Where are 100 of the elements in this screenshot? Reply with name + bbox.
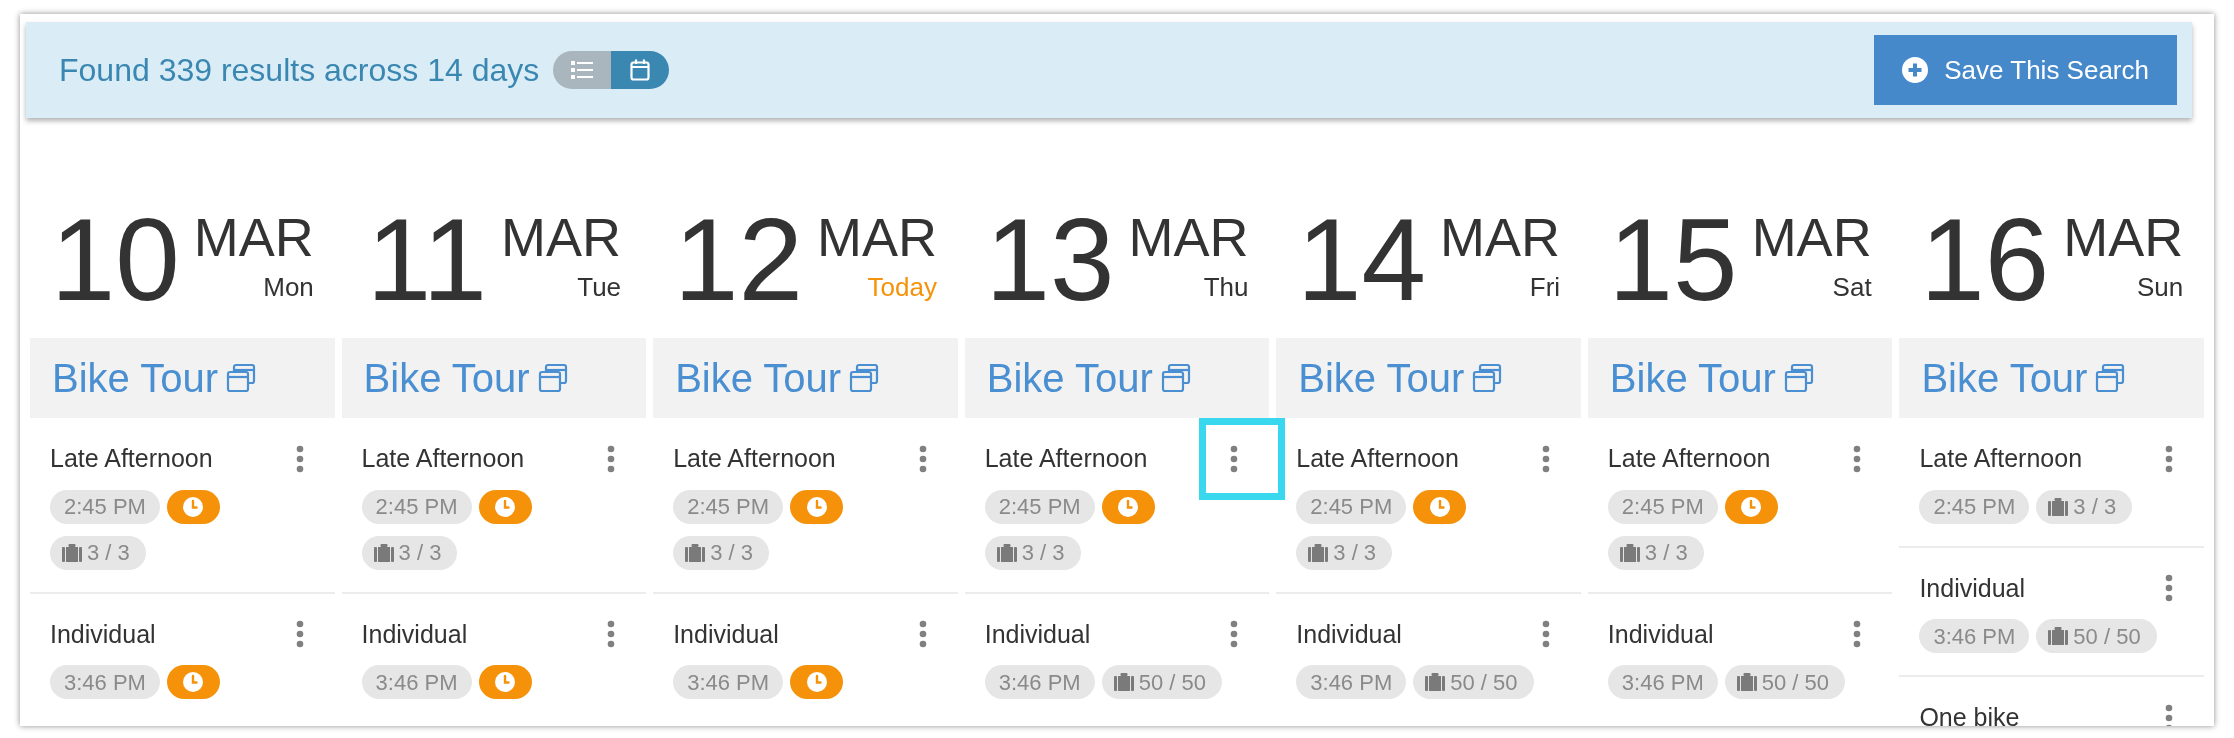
slot-name: Late Afternoon — [984, 443, 1148, 474]
slot-name: Individual — [361, 618, 468, 650]
more-icon — [2165, 574, 2173, 603]
results-summary: Found 339 results across 14 days — [59, 51, 540, 90]
month-label: MAR — [2063, 210, 2184, 264]
capacity-pill: 50 / 50 — [1101, 665, 1222, 699]
time-pill: 2:45 PM — [1607, 489, 1718, 524]
more-icon — [1541, 444, 1550, 473]
day-number: 11 — [366, 202, 488, 318]
time-pill: 3:46 PM — [984, 665, 1095, 699]
list-icon — [571, 60, 594, 80]
day-number: 10 — [50, 202, 180, 318]
time-pill: 2:45 PM — [673, 489, 784, 524]
day-number: 15 — [1608, 202, 1738, 318]
capacity-pill: 50 / 50 — [1413, 665, 1534, 699]
view-toggle-button[interactable] — [611, 51, 670, 89]
month-label: MAR — [1751, 210, 1872, 264]
calendar-icon — [630, 59, 651, 81]
time-pill: 3:46 PM — [673, 665, 784, 699]
time-pill: 2:45 PM — [50, 489, 160, 524]
time-pill: 3:46 PM — [1919, 619, 2030, 653]
more-icon — [1541, 620, 1550, 649]
tour-title[interactable]: Bike Tour — [1298, 348, 1465, 408]
weekday-label: Tue — [577, 274, 622, 300]
clock-icon — [1117, 495, 1140, 518]
copy-icon — [2095, 363, 2126, 393]
more-icon — [1230, 444, 1239, 473]
copy-icon — [1160, 363, 1191, 393]
time-pill: 2:45 PM — [361, 489, 472, 524]
slot-name: Individual — [673, 618, 779, 650]
slot-name: Late Afternoon — [673, 443, 836, 474]
copy-icon — [226, 363, 256, 393]
luggage-icon — [1113, 673, 1134, 691]
month-label: MAR — [501, 210, 622, 264]
luggage-icon — [685, 543, 706, 562]
day-number: 14 — [1297, 202, 1427, 318]
weekday-label: Today — [867, 274, 937, 300]
time-pill: 3:46 PM — [50, 665, 160, 699]
clock-icon — [182, 671, 205, 693]
capacity-pill: 3 / 3 — [984, 535, 1081, 570]
time-pill: 3:46 PM — [1296, 665, 1407, 699]
clock-icon — [805, 671, 828, 693]
slot-name: Late Afternoon — [1296, 443, 1459, 474]
time-pill: 3:46 PM — [361, 665, 472, 699]
more-icon — [918, 620, 927, 649]
more-icon — [1230, 620, 1239, 649]
luggage-icon — [62, 543, 82, 562]
tour-title[interactable]: Bike Tour — [1609, 348, 1776, 408]
month-label: MAR — [1440, 210, 1561, 264]
clock-icon — [1740, 495, 1763, 518]
capacity-pill: 3 / 3 — [2036, 489, 2133, 524]
tour-title[interactable]: Bike Tour — [363, 348, 530, 408]
slot-name: Individual — [1296, 618, 1402, 650]
tour-title[interactable]: Bike Tour — [675, 348, 842, 408]
more-icon — [607, 620, 616, 649]
copy-icon — [537, 363, 568, 393]
luggage-icon — [2048, 497, 2069, 516]
more-icon — [2165, 703, 2173, 726]
time-pill: 2:45 PM — [1919, 489, 2030, 524]
slot-name: Late Afternoon — [1919, 443, 2083, 474]
slot-name: Late Afternoon — [50, 443, 213, 474]
capacity-pill: 3 / 3 — [50, 535, 146, 570]
copy-icon — [849, 363, 880, 393]
luggage-icon — [1736, 673, 1757, 691]
luggage-icon — [2048, 627, 2069, 645]
clock-icon — [494, 671, 516, 693]
copy-icon — [1783, 363, 1814, 393]
luggage-icon — [1308, 543, 1329, 562]
clock-icon — [805, 495, 828, 518]
slot-name: Individual — [50, 618, 156, 650]
tour-title[interactable]: Bike Tour — [52, 348, 218, 408]
slot-name: Late Afternoon — [361, 443, 525, 474]
luggage-icon — [373, 543, 394, 562]
more-icon — [607, 444, 616, 473]
slot-name: Individual — [1607, 618, 1714, 650]
more-icon — [295, 444, 304, 473]
view-toggle-button[interactable] — [553, 51, 612, 89]
more-icon — [295, 620, 304, 649]
save-search-button[interactable]: Save This Search — [1874, 35, 2177, 105]
weekday-label: Mon — [263, 274, 314, 300]
time-pill: 2:45 PM — [1296, 489, 1407, 524]
slot-name: Late Afternoon — [1607, 443, 1771, 474]
capacity-pill: 50 / 50 — [1724, 665, 1846, 699]
tour-title[interactable]: Bike Tour — [986, 348, 1153, 408]
day-number: 13 — [985, 202, 1115, 318]
month-label: MAR — [816, 210, 937, 264]
luggage-icon — [1619, 543, 1640, 562]
slot-name: One bike — [1919, 702, 2020, 726]
month-label: MAR — [1128, 210, 1249, 264]
capacity-pill: 50 / 50 — [2036, 619, 2157, 653]
weekday-label: Sun — [2136, 274, 2184, 300]
weekday-label: Sat — [1832, 274, 1872, 300]
time-pill: 3:46 PM — [1607, 665, 1718, 699]
slot-name: Individual — [1919, 572, 2026, 604]
tour-title[interactable]: Bike Tour — [1921, 348, 2088, 408]
capacity-pill: 3 / 3 — [1607, 535, 1704, 570]
more-icon — [1853, 444, 1862, 473]
plus-circle-icon — [1902, 57, 1929, 83]
weekday-label: Thu — [1203, 274, 1249, 300]
day-number: 12 — [673, 202, 803, 318]
